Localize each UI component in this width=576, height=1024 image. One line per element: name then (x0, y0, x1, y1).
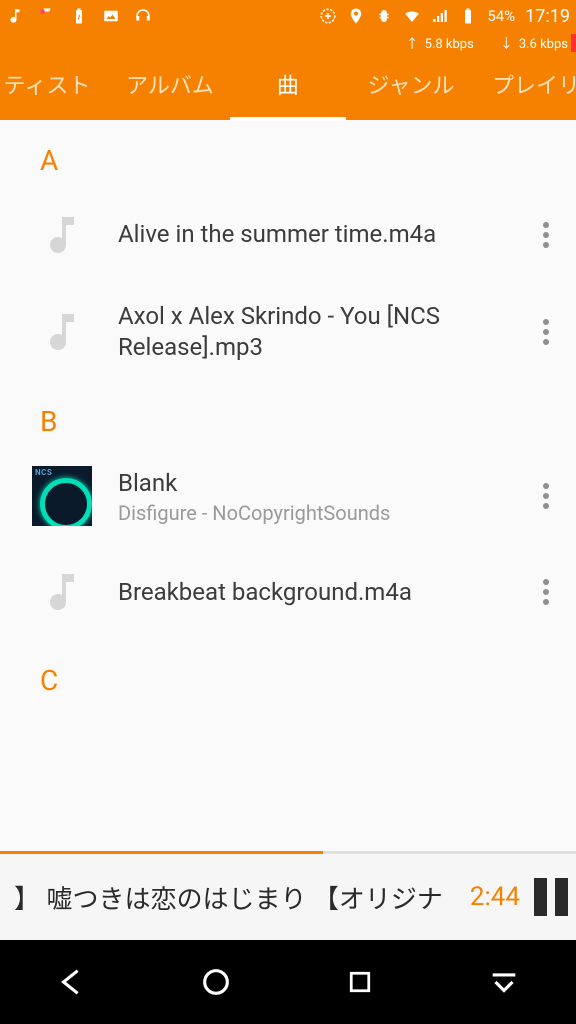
bug-icon (375, 7, 393, 25)
progress-fill (0, 851, 323, 854)
song-title: Blank (118, 468, 528, 499)
tab-playlist[interactable]: プレイリ (476, 68, 576, 100)
album-cover (32, 466, 92, 526)
song-subtitle: Disfigure - NoCopyrightSounds (118, 501, 528, 525)
tab-artist[interactable]: ティスト (0, 68, 110, 100)
song-titles: Alive in the summer time.m4a (118, 219, 528, 250)
notification-icon (38, 7, 56, 25)
more-button[interactable] (528, 483, 564, 509)
clock: 17:19 (525, 6, 570, 27)
music-note-icon (32, 302, 92, 362)
now-playing-title: 】 嘘つきは恋のはじまり 【オリジナ (14, 879, 456, 916)
now-playing-time: 2:44 (470, 882, 520, 912)
tab-indicator (230, 117, 346, 121)
section-header: C (0, 640, 576, 707)
upload-speed: ↑5.8 kbps (406, 33, 474, 52)
list-item[interactable]: Blank Disfigure - NoCopyrightSounds (0, 448, 576, 544)
status-right-icons: 54% 17:19 (319, 6, 570, 27)
home-button[interactable] (194, 960, 238, 1004)
more-vertical-icon (543, 319, 549, 345)
wifi-icon (403, 7, 421, 25)
tab-songs[interactable]: 曲 (230, 68, 346, 100)
battery-app-icon (70, 7, 88, 25)
status-left-icons (6, 7, 152, 25)
section-header: B (0, 381, 576, 448)
song-titles: Blank Disfigure - NoCopyrightSounds (118, 468, 528, 525)
add-circle-icon (319, 7, 337, 25)
back-button[interactable] (50, 960, 94, 1004)
headphones-icon (134, 7, 152, 25)
signal-icon (431, 7, 449, 25)
location-icon (347, 7, 365, 25)
more-button[interactable] (528, 579, 564, 605)
more-button[interactable] (528, 319, 564, 345)
section-header: A (0, 120, 576, 187)
network-speed-row: ↑5.8 kbps ↓3.6 kbps (0, 32, 576, 52)
more-vertical-icon (543, 222, 549, 248)
tab-album[interactable]: アルバム (110, 68, 230, 100)
music-note-icon (32, 562, 92, 622)
song-titles: Axol x Alex Skrindo - You [NCS Release].… (118, 301, 528, 363)
list-item[interactable]: Axol x Alex Skrindo - You [NCS Release].… (0, 283, 576, 381)
list-item[interactable]: Alive in the summer time.m4a (0, 187, 576, 283)
battery-percent: 54% (487, 7, 515, 25)
more-vertical-icon (543, 579, 549, 605)
pause-button[interactable] (534, 878, 568, 916)
tabs-header: ↑5.8 kbps ↓3.6 kbps ティスト アルバム 曲 ジャンル プレイ… (0, 32, 576, 120)
music-icon (6, 7, 24, 25)
tabs: ティスト アルバム 曲 ジャンル プレイリ (0, 52, 576, 116)
music-note-icon (32, 205, 92, 265)
side-indicator (571, 34, 576, 52)
dropdown-button[interactable] (482, 960, 526, 1004)
status-bar: 54% 17:19 (0, 0, 576, 32)
download-speed: ↓3.6 kbps (500, 33, 568, 52)
battery-icon (459, 7, 477, 25)
song-title: Axol x Alex Skrindo - You [NCS Release].… (118, 301, 528, 363)
song-title: Breakbeat background.m4a (118, 577, 528, 608)
list-item[interactable]: Breakbeat background.m4a (0, 544, 576, 640)
more-button[interactable] (528, 222, 564, 248)
song-list[interactable]: A Alive in the summer time.m4a Axol x Al… (0, 120, 576, 707)
tab-genre[interactable]: ジャンル (346, 68, 476, 100)
pause-icon (555, 878, 568, 916)
now-playing-bar[interactable]: 】 嘘つきは恋のはじまり 【オリジナ 2:44 (0, 854, 576, 940)
android-navbar (0, 940, 576, 1024)
pause-icon (534, 878, 547, 916)
gallery-icon (102, 7, 120, 25)
recent-button[interactable] (338, 960, 382, 1004)
song-title: Alive in the summer time.m4a (118, 219, 528, 250)
song-titles: Breakbeat background.m4a (118, 577, 528, 608)
more-vertical-icon (543, 483, 549, 509)
